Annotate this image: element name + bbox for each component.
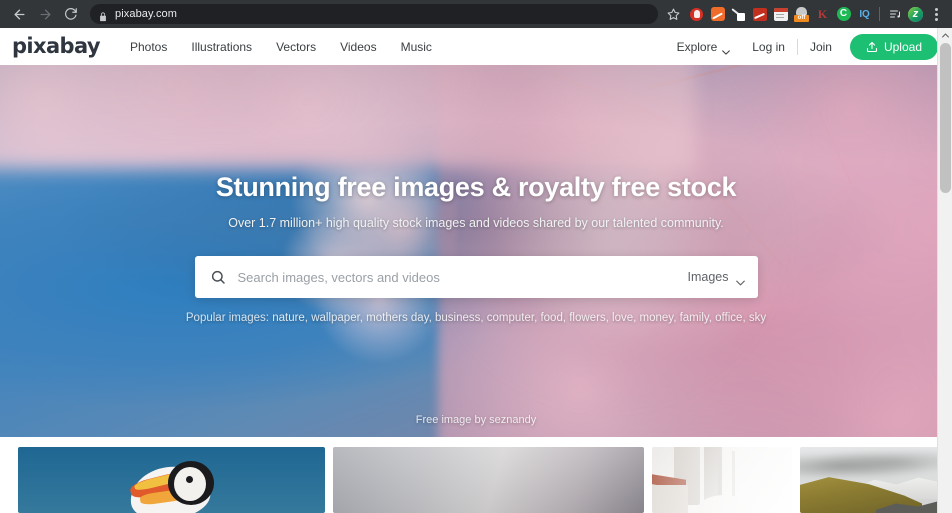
image-gallery: [0, 437, 952, 513]
scroll-up-arrow-icon[interactable]: [938, 28, 952, 43]
seo-chart-extension-icon[interactable]: [749, 3, 770, 25]
screenshot-extension-icon[interactable]: [728, 3, 749, 25]
analytics-extension-icon[interactable]: [707, 3, 728, 25]
fog-haze-overlay: [652, 447, 792, 513]
hero-content: Stunning free images & royalty free stoc…: [0, 65, 952, 437]
header-divider: [796, 38, 798, 55]
adblock-extension-icon[interactable]: [686, 3, 707, 25]
gallery-tile-foggy-building[interactable]: [652, 447, 792, 513]
puffin-face: [174, 467, 206, 501]
hero-attribution[interactable]: Free image by seznandy: [0, 414, 952, 426]
nav-link-videos[interactable]: Videos: [340, 40, 376, 54]
search-icon: [210, 269, 226, 285]
search-input[interactable]: [237, 269, 688, 285]
explore-label: Explore: [676, 39, 718, 54]
chevron-down-icon: [735, 275, 745, 285]
zen-extension-icon[interactable]: [905, 3, 926, 25]
explore-menu[interactable]: Explore: [676, 39, 731, 55]
upload-button[interactable]: Upload: [849, 33, 938, 60]
window-resizer-extension-icon[interactable]: [770, 3, 791, 25]
popular-searches-label: Popular images:: [185, 312, 269, 324]
join-link[interactable]: Join: [810, 40, 832, 54]
hill-clouds: [800, 451, 940, 477]
nav-link-illustrations[interactable]: Illustrations: [191, 40, 252, 54]
nav-link-photos[interactable]: Photos: [130, 40, 167, 54]
toolbar-divider: [879, 7, 880, 21]
gallery-tile-puffin[interactable]: [18, 447, 325, 513]
gallery-tile-hillside[interactable]: [800, 447, 940, 513]
nav-link-vectors[interactable]: Vectors: [276, 40, 316, 54]
upload-label: Upload: [883, 39, 922, 54]
site-header: pixabay Photos Illustrations Vectors Vid…: [0, 28, 952, 65]
search-type-dropdown[interactable]: Images: [687, 270, 745, 285]
address-bar-url: pixabay.com: [115, 8, 178, 20]
scrollbar-thumb[interactable]: [940, 43, 951, 193]
extension-badge-off: off: [794, 14, 809, 22]
hero-title: Stunning free images & royalty free stoc…: [215, 172, 737, 202]
reload-icon[interactable]: [58, 1, 84, 27]
popular-searches: Popular images: nature, wallpaper, mothe…: [186, 312, 766, 324]
search-bar[interactable]: Images: [194, 256, 758, 298]
upload-icon: [866, 41, 878, 53]
grammarly-extension-icon[interactable]: [833, 3, 854, 25]
search-type-label: Images: [687, 270, 729, 284]
page-content: pixabay Photos Illustrations Vectors Vid…: [0, 28, 952, 513]
header-actions: Explore Log in Join Upload: [676, 33, 938, 60]
hero-section: Stunning free images & royalty free stoc…: [0, 65, 952, 437]
address-bar[interactable]: pixabay.com: [90, 4, 658, 24]
lock-icon: [98, 9, 108, 22]
playlist-extension-icon[interactable]: [884, 3, 905, 25]
browser-window: pixabay.com off K IQ: [0, 0, 952, 513]
browser-toolbar: pixabay.com off K IQ: [0, 0, 952, 28]
extension-toolbar: off K IQ: [686, 3, 946, 25]
pixabay-logo[interactable]: pixabay: [12, 36, 101, 57]
gallery-tile-gray-gradient[interactable]: [333, 447, 644, 513]
popular-searches-tags[interactable]: nature, wallpaper, mothers day, business…: [272, 312, 766, 324]
nav-link-music[interactable]: Music: [401, 40, 432, 54]
back-arrow-icon[interactable]: [6, 1, 32, 27]
keywords-extension-icon[interactable]: K: [812, 3, 833, 25]
iq-extension-icon[interactable]: IQ: [854, 3, 875, 25]
page-scrollbar[interactable]: [937, 28, 952, 513]
adblock-off-extension-icon[interactable]: off: [791, 3, 812, 25]
forward-arrow-icon[interactable]: [32, 1, 58, 27]
chevron-down-icon: [722, 44, 731, 55]
puffin-eye: [186, 476, 193, 483]
hero-subtitle: Over 1.7 million+ high quality stock ima…: [228, 216, 724, 230]
login-link[interactable]: Log in: [752, 40, 785, 54]
kebab-menu-icon[interactable]: [926, 3, 946, 25]
main-navigation: Photos Illustrations Vectors Videos Musi…: [130, 40, 432, 54]
star-icon[interactable]: [662, 3, 684, 25]
